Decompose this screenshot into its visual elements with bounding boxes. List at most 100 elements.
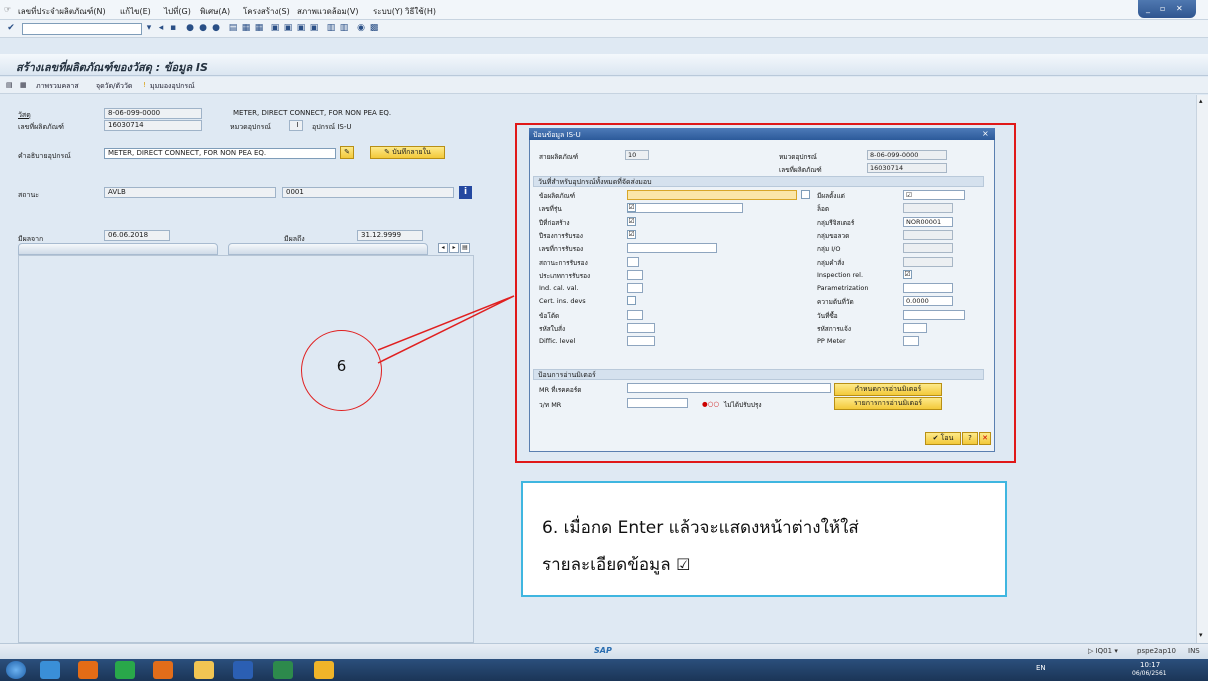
dialog-serial-field: 16030714 [867, 163, 947, 173]
word-icon[interactable] [233, 661, 253, 679]
mr-recorded-field[interactable] [627, 383, 831, 393]
status-system[interactable]: ▷ IQ01 ▾ [1088, 647, 1118, 655]
tray-date: 06/06/2561 [1132, 670, 1167, 677]
start-icon[interactable] [6, 661, 26, 679]
dialog-left-label-8: Cert. ins. devs [539, 297, 586, 305]
dialog-right-label-11: PP Meter [817, 337, 846, 345]
dialog-right-field-5[interactable] [903, 257, 953, 267]
section-meter-reading: ป้อนการอ่านมิเตอร์ [533, 369, 984, 380]
dialog-right-label-3: กลุ่มขอลวด [817, 232, 850, 240]
sap-app-icon[interactable] [314, 661, 334, 679]
device-category-label: สายผลิตภัณฑ์ [539, 153, 579, 161]
define-meter-reading-label: กำหนดการอ่านมิเตอร์ [854, 385, 922, 393]
dialog-right-field-4[interactable] [903, 243, 953, 253]
dialog-right-label-7: Parametrization [817, 284, 869, 292]
line-icon[interactable] [115, 661, 135, 679]
dialog-right-field-3[interactable] [903, 230, 953, 240]
dialog-right-field-2[interactable]: NOR00001 [903, 217, 953, 227]
not-updated-text: ไม่ได้ปรับปรุง [724, 401, 762, 409]
tray-time: 10:17 [1140, 661, 1161, 669]
dialog-left-field-1[interactable] [627, 203, 743, 213]
dialog-right-field-0[interactable]: ☑ [903, 190, 965, 200]
dialog-left-label-4: เลขที่การรับรอง [539, 245, 584, 253]
traffic-light-icon: ●○○ [702, 400, 720, 408]
dialog-left-checkbox-3[interactable]: ☑ [627, 230, 636, 239]
dialog-material-label: หมวดอุปกรณ์ [779, 153, 817, 161]
dialog-right-label-5: กลุ่มคำสั่ง [817, 259, 845, 267]
note-line-2: รายละเอียดข้อมูล ☑ [542, 551, 690, 578]
note-line-1: 6. เมื่อกด Enter แล้วจะแสดงหน้าต่างให้ใส… [542, 518, 859, 538]
transfer-icon: ✔ [932, 434, 941, 442]
transfer-label: โอน [940, 434, 954, 442]
dialog-left-label-1: เลขที่รุ่น [539, 205, 562, 213]
firefox-icon[interactable] [78, 661, 98, 679]
dialog-right-label-6: Inspection rel. [817, 271, 864, 279]
transfer-button[interactable]: ✔ โอน [925, 432, 961, 445]
note-line-2-text: รายละเอียดข้อมูล [542, 555, 671, 575]
list-meter-reading-button[interactable]: รายการการอ่านมิเตอร์ [834, 397, 942, 410]
status-bar: SAP ▷ IQ01 ▾ pspe2ap10 INS [0, 643, 1208, 659]
dialog-right-field-1[interactable] [903, 203, 953, 213]
mr-date-field[interactable] [627, 398, 688, 408]
mr-recorded-label: MR ที่เรคคอร์ด [539, 386, 582, 394]
dialog-left-field-0[interactable] [627, 190, 797, 200]
dialog-left-field-11[interactable] [627, 336, 655, 346]
windows-taskbar [0, 659, 1208, 681]
sap-logo: SAP [594, 646, 612, 655]
dialog-left-label-0: ข้อผลิตภัณฑ์ [539, 192, 576, 200]
dialog-right-label-2: กลุ่มรีจิสเตอร์ [817, 219, 855, 227]
dialog-left-field-9[interactable] [627, 310, 643, 320]
dialog-right-checkbox-6[interactable]: ☑ [903, 270, 912, 279]
dialog-right-label-9: วันที่ซื้อ [817, 312, 838, 320]
dialog-right-label-8: ความต้นที่วัด [817, 298, 854, 306]
device-category-field: 10 [625, 150, 649, 160]
dialog-title: ป้อนข้อมูล IS-U [533, 131, 581, 139]
dialog-serial-label: เลขที่ผลิตภัณฑ์ [779, 166, 822, 174]
dialog-left-field-6[interactable] [627, 270, 643, 280]
dialog-close-icon[interactable]: × [982, 129, 989, 138]
dialog-right-field-7[interactable] [903, 283, 953, 293]
dialog-left-label-7: Ind. cal. val. [539, 284, 579, 292]
dialog-left-field-10[interactable] [627, 323, 655, 333]
dialog-left-checkbox-2[interactable]: ☑ [627, 217, 636, 226]
dialog-right-field-11[interactable] [903, 336, 919, 346]
dialog-left-label-10: รหัสใบสั่ง [539, 325, 566, 333]
ie-icon[interactable] [40, 661, 60, 679]
dialog-left-label-6: ประเภทการรับรอง [539, 272, 591, 280]
dialog-right-label-0: มีผลตั้งแต่ [817, 192, 845, 200]
language-indicator[interactable]: EN [1036, 664, 1046, 672]
status-system-text: IQ01 [1095, 647, 1113, 655]
status-server: pspe2ap10 [1137, 647, 1176, 655]
status-mode: INS [1188, 647, 1200, 655]
dialog-help-icon[interactable]: ? [962, 432, 978, 445]
browser-icon[interactable] [153, 661, 173, 679]
dialog-left-field-7[interactable] [627, 283, 643, 293]
dialog-left-label-5: สถานะการรับรอง [539, 259, 588, 267]
dialog-right-label-4: กลุ่ม I/O [817, 245, 841, 253]
dialog-left-label-11: Diffic. level [539, 337, 576, 345]
dialog-left-field-5[interactable] [627, 257, 639, 267]
callout-number: 6 [336, 357, 347, 375]
dialog-right-label-10: รหัสการแจ้ง [817, 325, 851, 333]
dialog-titlebar [529, 128, 995, 140]
dialog-left-label-3: ปีรองการรับรอง [539, 232, 583, 240]
valid-from-checkbox[interactable] [801, 190, 810, 199]
dialog-left-label-9: ข้อโต้ด [539, 312, 560, 320]
define-meter-reading-button[interactable]: กำหนดการอ่านมิเตอร์ [834, 383, 942, 396]
dialog-model-checkbox[interactable]: ☑ [627, 203, 636, 212]
checkbox-icon: ☑ [676, 555, 691, 574]
dialog-left-label-2: ปีที่ก่อสร้าง [539, 219, 570, 227]
dialog-right-field-8[interactable]: 0.0000 [903, 296, 953, 306]
dialog-right-field-9[interactable] [903, 310, 965, 320]
dialog-left-checkbox-8[interactable] [627, 296, 636, 305]
dialog-left-field-4[interactable] [627, 243, 717, 253]
excel-icon[interactable] [273, 661, 293, 679]
folder-icon[interactable] [194, 661, 214, 679]
dialog-right-label-1: ล็อต [817, 205, 830, 213]
list-meter-reading-label: รายการการอ่านมิเตอร์ [853, 399, 923, 407]
mr-date-label: ว/ท MR [539, 401, 562, 409]
dialog-cancel-icon[interactable]: ✕ [979, 432, 991, 445]
dialog-material-field: 8-06-099-0000 [867, 150, 947, 160]
section-device-data: วันที่สำหรับอุปกรณ์ทั้งหมดที่จัดส่งมอบ [533, 176, 984, 187]
dialog-right-field-10[interactable] [903, 323, 927, 333]
